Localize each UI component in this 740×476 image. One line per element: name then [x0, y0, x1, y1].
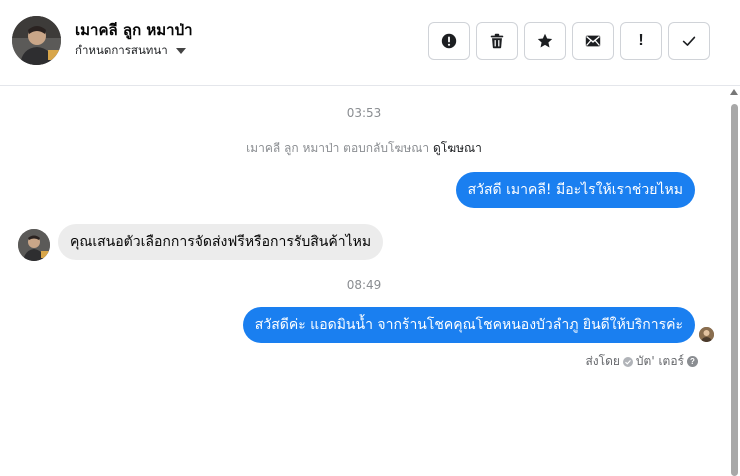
outgoing-message: สวัสดี เมาคลี! มีอะไรให้เราช่วยไหม	[455, 172, 695, 208]
sent-by-label: ส่งโดย	[585, 354, 620, 368]
star-button[interactable]	[524, 22, 566, 60]
timestamp: 03:53	[346, 106, 382, 120]
check-circle-icon	[622, 356, 633, 367]
conversation-header: เมาคลี ลูก หมาป่า กำหนดการสนทนา !	[0, 0, 740, 86]
outgoing-message: สวัสดีค่ะ แอดมินน้ำ จากร้านโชคคุณโชคหนอง…	[242, 307, 695, 343]
assign-conversation-dropdown[interactable]: กำหนดการสนทนา	[75, 42, 186, 60]
conversation-toolbar: !	[428, 22, 710, 60]
thread-scrollbar[interactable]	[728, 87, 740, 476]
mark-unread-button[interactable]	[572, 22, 614, 60]
star-icon	[537, 33, 553, 48]
trash-icon	[490, 33, 504, 49]
delete-button[interactable]	[476, 22, 518, 60]
checkmark-icon	[682, 36, 696, 46]
envelope-icon	[585, 35, 601, 47]
help-icon[interactable]: ?	[687, 356, 698, 367]
alert-circle-icon	[441, 33, 457, 49]
report-button[interactable]	[428, 22, 470, 60]
ad-reply-text: เมาคลี ลูก หมาป่า ตอบกลับโฆษณา	[246, 141, 430, 155]
seen-avatar	[699, 327, 714, 342]
view-ad-link[interactable]: ดูโฆษณา	[433, 141, 482, 155]
scroll-thumb[interactable]	[731, 104, 738, 476]
exclamation-icon: !	[638, 32, 644, 49]
contact-avatar[interactable]	[12, 16, 61, 65]
sent-by-name: บัต' เตอร์	[635, 354, 684, 368]
assign-conversation-label: กำหนดการสนทนา	[75, 43, 168, 57]
incoming-message: คุณเสนอตัวเลือกการจัดส่งฟรีหรือการรับสิน…	[58, 224, 384, 260]
scroll-up-arrow-icon[interactable]	[730, 89, 738, 95]
contact-avatar-small	[18, 229, 50, 261]
follow-up-button[interactable]: !	[620, 22, 662, 60]
mark-done-button[interactable]	[668, 22, 710, 60]
message-thread: 03:53 เมาคลี ลูก หมาป่า ตอบกลับโฆษณา ดูโ…	[0, 87, 728, 476]
timestamp: 08:49	[346, 278, 382, 292]
caret-down-icon	[175, 48, 186, 54]
ad-reply-notice: เมาคลี ลูก หมาป่า ตอบกลับโฆษณา ดูโฆษณา	[0, 139, 728, 158]
contact-name: เมาคลี ลูก หมาป่า	[75, 21, 193, 39]
sent-by-info: ส่งโดย บัต' เตอร์ ?	[585, 352, 698, 371]
